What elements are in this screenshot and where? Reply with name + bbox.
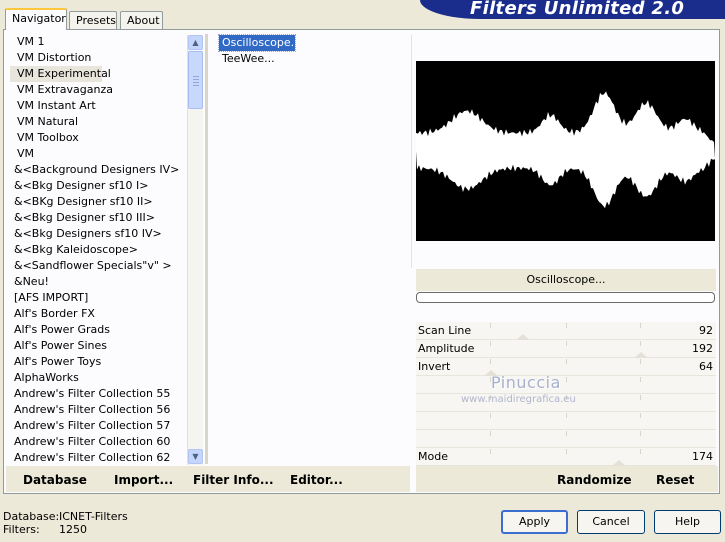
param-label: Invert [418, 360, 451, 373]
param-row[interactable]: Amplitude 192 [416, 340, 716, 358]
apply-button[interactable]: Apply [501, 510, 568, 534]
watermark-name: Pinuccia [491, 373, 561, 392]
filter-info-button[interactable]: Filter Info... [193, 473, 274, 487]
database-value: ICNET-Filters [59, 510, 128, 523]
category-item[interactable]: VM Distortion [10, 50, 186, 66]
tab-presets[interactable]: Presets [69, 11, 117, 29]
param-row[interactable]: Mode 174 [416, 448, 716, 466]
category-item[interactable]: VM 1 [10, 34, 186, 50]
reset-button[interactable]: Reset [656, 473, 694, 487]
preview-filter-name: Oscilloscope... [416, 269, 716, 291]
category-item[interactable]: &<Sandflower Specials"v" > [10, 258, 186, 274]
category-item[interactable]: Andrew's Filter Collection 57 [10, 418, 186, 434]
scroll-down-icon[interactable]: ▼ [188, 449, 203, 464]
right-toolbar: Randomize Reset [416, 466, 718, 492]
panel-divider [205, 34, 208, 464]
filters-count-value: 1250 [59, 523, 87, 536]
category-item[interactable]: Alf's Power Sines [10, 338, 186, 354]
param-label: Scan Line [418, 324, 472, 337]
category-item[interactable]: &<Background Designers IV> [10, 162, 186, 178]
editor-button[interactable]: Editor... [290, 473, 343, 487]
database-button[interactable]: Database [23, 473, 87, 487]
scroll-thumb[interactable] [188, 51, 203, 109]
scroll-up-icon[interactable]: ▲ [188, 35, 203, 50]
database-label: Database: [3, 510, 60, 523]
filters-count-label: Filters: [3, 523, 40, 536]
param-row[interactable] [416, 412, 716, 430]
category-item[interactable]: &<Bkg Designer sf10 I> [10, 178, 186, 194]
category-item[interactable]: Andrew's Filter Collection 62 [10, 450, 186, 466]
filter-item[interactable]: Oscilloscope... [218, 34, 301, 52]
param-row[interactable]: Scan Line 92 [416, 322, 716, 340]
param-value: 64 [699, 360, 713, 373]
category-item[interactable]: VM Extravaganza [10, 82, 186, 98]
param-row[interactable] [416, 430, 716, 448]
filter-item[interactable]: TeeWee... [219, 51, 399, 67]
progress-bar [416, 292, 715, 303]
category-item[interactable]: VM Instant Art [10, 98, 186, 114]
param-label: Mode [418, 450, 448, 463]
category-scrollbar[interactable]: ▲ ▼ [187, 35, 203, 465]
import-button[interactable]: Import... [114, 473, 173, 487]
category-item[interactable]: &Neu! [10, 274, 186, 290]
category-item[interactable]: Andrew's Filter Collection 56 [10, 402, 186, 418]
category-item[interactable]: Alf's Power Grads [10, 322, 186, 338]
category-item[interactable]: Alf's Power Toys [10, 354, 186, 370]
app-title: Filters Unlimited 2.0 [470, 0, 685, 19]
param-value: 92 [699, 324, 713, 337]
category-item[interactable]: VM Experimental [10, 66, 111, 82]
tab-about[interactable]: About [120, 11, 163, 29]
category-item[interactable]: Andrew's Filter Collection 60 [10, 434, 186, 450]
watermark-site: www.maidiregrafica.eu [461, 394, 576, 405]
param-label: Amplitude [418, 342, 475, 355]
category-item[interactable]: &<Bkg Kaleidoscope> [10, 242, 186, 258]
category-list[interactable]: VM 1 VM Distortion VM Experimental VM Extra… [10, 34, 186, 466]
category-item[interactable]: VM Natural [10, 114, 186, 130]
cancel-button[interactable]: Cancel [577, 510, 645, 534]
param-row[interactable]: Invert 64 [416, 358, 716, 376]
category-item[interactable]: [AFS IMPORT] [10, 290, 186, 306]
category-item[interactable]: VM Toolbox [10, 130, 186, 146]
help-button[interactable]: Help [654, 510, 721, 534]
category-item[interactable]: AlphaWorks [10, 370, 186, 386]
randomize-button[interactable]: Randomize [557, 473, 631, 487]
category-item[interactable]: Andrew's Filter Collection 55 [10, 386, 186, 402]
tab-navigator[interactable]: Navigator [5, 8, 67, 30]
category-item[interactable]: &<BKg Designer sf10 II> [10, 194, 186, 210]
filter-list[interactable]: Oscilloscope... TeeWee... [218, 34, 399, 67]
category-item[interactable]: VM [10, 146, 186, 162]
param-value: 174 [692, 450, 713, 463]
category-item[interactable]: &<Bkg Designer sf10 III> [10, 210, 186, 226]
oscilloscope-waveform [416, 91, 715, 209]
category-item[interactable]: &<Bkg Designers sf10 IV> [10, 226, 186, 242]
left-toolbar: Database Import... Filter Info... Editor… [6, 466, 410, 492]
param-value: 192 [692, 342, 713, 355]
preview-image [416, 61, 715, 241]
param-row[interactable] [416, 376, 716, 394]
category-item[interactable]: Alf's Border FX [10, 306, 186, 322]
